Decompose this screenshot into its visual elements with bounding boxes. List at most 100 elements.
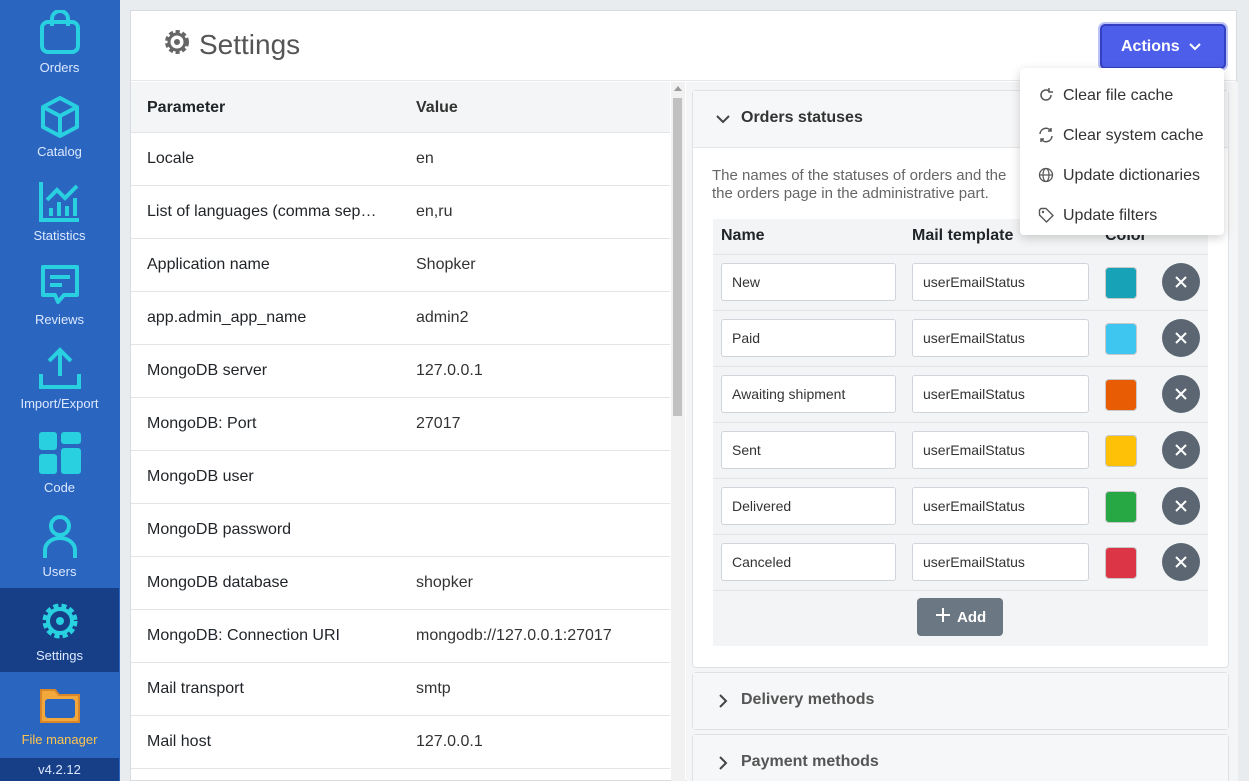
color-swatch[interactable]	[1105, 491, 1137, 523]
actions-button-label: Actions	[1121, 38, 1180, 55]
message-icon	[41, 265, 79, 304]
chevron-right-icon	[719, 756, 728, 770]
color-swatch[interactable]	[1105, 547, 1137, 579]
sidebar-item-file-manager[interactable]: File manager	[0, 672, 119, 756]
table-row[interactable]: MongoDB server 127.0.0.1	[131, 345, 670, 398]
param-name: MongoDB password	[147, 521, 292, 538]
section-title: Orders statuses	[741, 109, 863, 126]
gear-icon	[165, 30, 189, 54]
status-name-input[interactable]	[721, 487, 896, 525]
sidebar-item-statistics[interactable]: Statistics	[0, 168, 119, 252]
status-name-input[interactable]	[721, 263, 896, 301]
actions-button[interactable]: Actions	[1100, 24, 1226, 69]
sidebar-item-label: Settings	[36, 648, 83, 663]
table-row[interactable]: app.admin_app_name admin2	[131, 292, 670, 345]
parameters-scrollbar[interactable]	[671, 82, 685, 781]
column-header-mail-template: Mail template	[912, 227, 1014, 244]
column-header-value[interactable]: Value	[416, 99, 458, 117]
table-row	[713, 255, 1208, 311]
table-row[interactable]: Application name Shopker	[131, 239, 670, 292]
description-line: The names of the statuses of orders and …	[712, 167, 1007, 184]
table-row[interactable]: Mail transport smtp	[131, 663, 670, 716]
sidebar-item-reviews[interactable]: Reviews	[0, 252, 119, 336]
menu-item-clear-file-cache[interactable]: Clear file cache	[1020, 72, 1224, 112]
sidebar-item-label: Import/Export	[20, 396, 99, 411]
sidebar-item-label: Reviews	[34, 312, 85, 327]
status-name-input[interactable]	[721, 375, 896, 413]
sidebar-item-catalog[interactable]: Catalog	[0, 84, 119, 168]
table-row	[713, 535, 1208, 591]
delete-status-button[interactable]	[1162, 319, 1200, 357]
color-swatch[interactable]	[1105, 267, 1137, 299]
status-name-input[interactable]	[721, 319, 896, 357]
table-row[interactable]: MongoDB database shopker	[131, 557, 670, 610]
mail-template-input[interactable]	[912, 319, 1089, 357]
mail-template-input[interactable]	[912, 375, 1089, 413]
mail-template-input[interactable]	[912, 431, 1089, 469]
param-name: MongoDB: Port	[147, 415, 257, 432]
table-row	[713, 479, 1208, 535]
scroll-up-arrow[interactable]	[674, 86, 682, 91]
mail-template-input[interactable]	[912, 487, 1089, 525]
color-swatch[interactable]	[1105, 323, 1137, 355]
grid-icon	[39, 432, 81, 474]
menu-item-update-dictionaries[interactable]: Update dictionaries	[1020, 152, 1224, 192]
table-row[interactable]: MongoDB password	[131, 504, 670, 557]
table-row[interactable]: Locale en	[131, 133, 670, 186]
description-line: the orders page in the administrative pa…	[712, 185, 989, 202]
param-value: 127.0.0.1	[416, 733, 483, 750]
menu-item-label: Clear system cache	[1063, 127, 1204, 144]
delete-status-button[interactable]	[1162, 543, 1200, 581]
menu-item-label: Update filters	[1063, 207, 1158, 224]
add-status-button[interactable]: Add	[917, 598, 1003, 636]
delete-status-button[interactable]	[1162, 487, 1200, 525]
section-description: The names of the statuses of orders and …	[712, 167, 1022, 203]
param-value: admin2	[416, 309, 469, 326]
sidebar-item-orders[interactable]: Orders	[0, 0, 119, 84]
sidebar-item-label: Catalog	[37, 144, 82, 159]
table-row[interactable]: MongoDB: Connection URI mongodb://127.0.0…	[131, 610, 670, 663]
status-name-input[interactable]	[721, 431, 896, 469]
statuses-table: Name Mail template Color New userEmailSt…	[713, 219, 1208, 646]
status-name-input[interactable]	[721, 543, 896, 581]
param-value: 127.0.0.1	[416, 362, 483, 379]
app-version: v4.2.12	[0, 758, 119, 781]
sidebar-item-import-export[interactable]: Import/Export	[0, 336, 119, 420]
folder-icon	[40, 689, 80, 723]
param-value: smtp	[416, 680, 451, 697]
table-row[interactable]: MongoDB user	[131, 451, 670, 504]
color-swatch[interactable]	[1105, 435, 1137, 467]
param-value: mongodb://127.0.0.1:27017	[416, 627, 612, 644]
sidebar-item-code[interactable]: Code	[0, 420, 119, 504]
delivery-methods-header[interactable]: Delivery methods	[693, 673, 1228, 729]
scrollbar-thumb[interactable]	[673, 98, 682, 416]
menu-item-update-filters[interactable]: Update filters	[1020, 192, 1224, 232]
table-row	[713, 423, 1208, 479]
payment-methods-header[interactable]: Payment methods	[693, 735, 1228, 781]
parameters-table: Parameter Value Locale en List of languag…	[131, 82, 670, 781]
sidebar-item-users[interactable]: Users	[0, 504, 119, 588]
table-row[interactable]: MongoDB: Port 27017	[131, 398, 670, 451]
param-name: MongoDB database	[147, 574, 289, 591]
param-value: en,ru	[416, 203, 453, 220]
sidebar-item-label: File manager	[21, 732, 98, 747]
sidebar-item-settings[interactable]: Settings	[0, 588, 119, 672]
mail-template-input[interactable]	[912, 263, 1089, 301]
sync-icon	[1039, 127, 1053, 143]
delete-status-button[interactable]	[1162, 431, 1200, 469]
delete-status-button[interactable]	[1162, 263, 1200, 301]
column-header-parameter[interactable]: Parameter	[147, 99, 382, 117]
sidebar-item-label: Code	[43, 480, 76, 495]
chart-icon	[39, 182, 79, 222]
color-swatch[interactable]	[1105, 379, 1137, 411]
delete-status-button[interactable]	[1162, 375, 1200, 413]
actions-dropdown-menu: Clear file cache Clear system cache Upda…	[1020, 68, 1224, 235]
menu-item-clear-system-cache[interactable]: Clear system cache	[1020, 112, 1224, 152]
table-row[interactable]: List of languages (comma sep… en,ru	[131, 186, 670, 239]
mail-template-input[interactable]	[912, 543, 1089, 581]
param-name: Mail host	[147, 733, 212, 750]
table-row[interactable]: Mail host 127.0.0.1	[131, 716, 670, 769]
upload-icon	[39, 347, 81, 389]
table-header: Parameter Value	[131, 82, 670, 133]
box-icon	[41, 96, 79, 138]
